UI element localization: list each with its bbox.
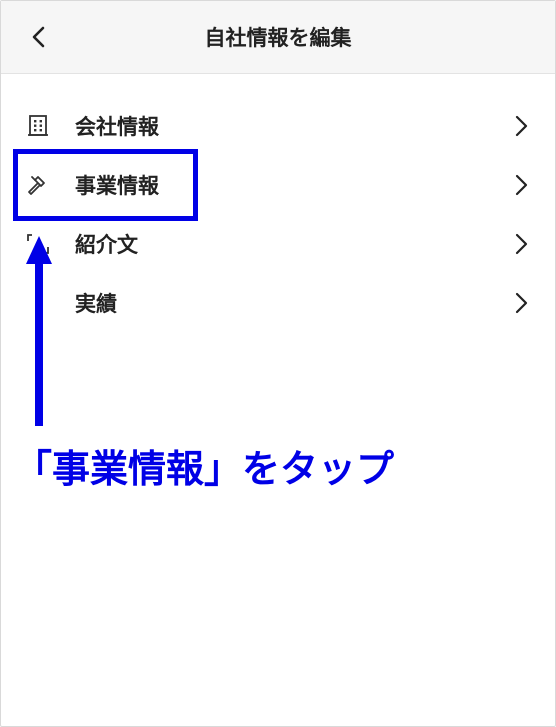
chevron-right-icon xyxy=(515,174,528,196)
menu-item-company-info[interactable]: 会社情報 xyxy=(1,97,555,155)
arrow-up-icon xyxy=(26,236,52,426)
menu-item-label: 会社情報 xyxy=(75,115,159,139)
menu-item-label: 実績 xyxy=(75,292,117,316)
menu-item-introduction[interactable]: 紹介文 xyxy=(1,215,555,273)
chevron-right-icon xyxy=(515,292,528,314)
menu-item-label: 紹介文 xyxy=(75,233,138,257)
page-title: 自社情報を編集 xyxy=(204,26,352,50)
menu-item-achievements[interactable]: 実績 xyxy=(1,274,555,332)
instruction-callout: 「事業情報」をタップ xyxy=(14,447,395,491)
chevron-right-icon xyxy=(515,115,528,137)
highlight-box xyxy=(13,149,198,221)
app-header: 自社情報を編集 xyxy=(1,1,555,74)
chevron-right-icon xyxy=(515,233,528,255)
building-icon xyxy=(25,113,51,139)
